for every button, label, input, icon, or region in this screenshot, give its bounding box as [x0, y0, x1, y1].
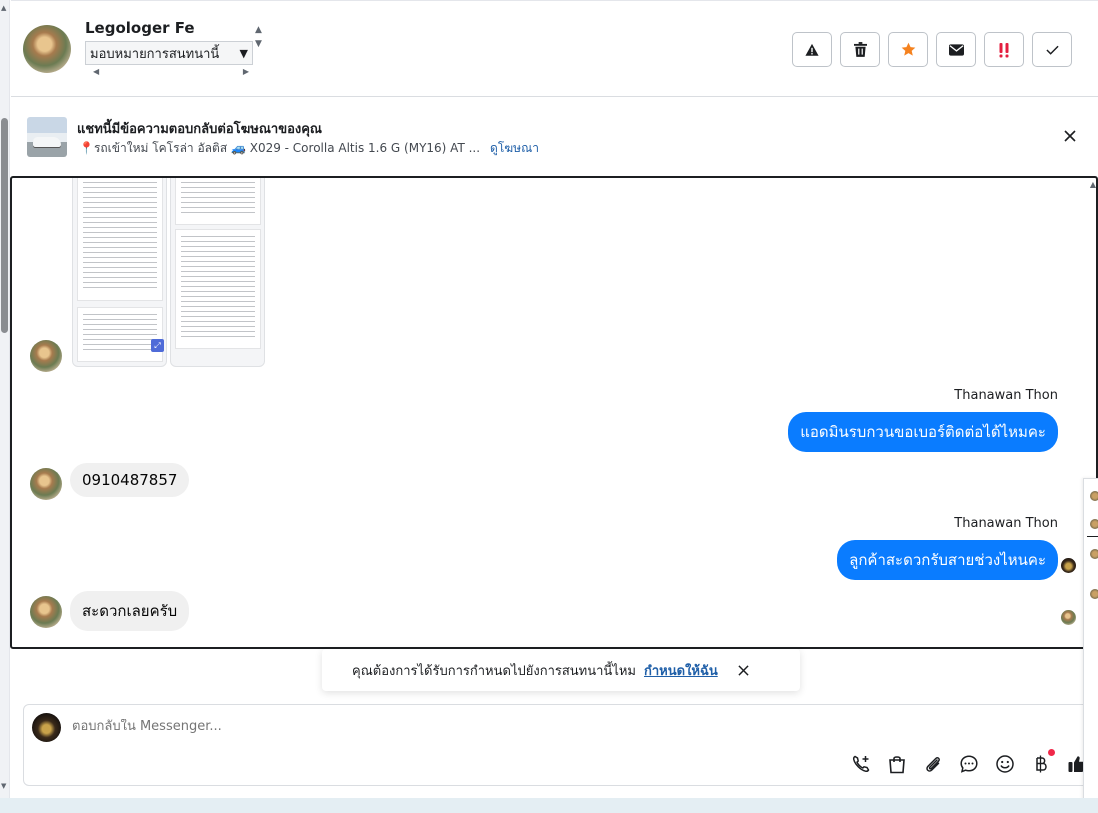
panel-divider	[1087, 536, 1098, 537]
close-icon	[1064, 130, 1076, 142]
assign-notice-text: คุณต้องการได้รับการกำหนดไปยังการสนทนานี้…	[352, 663, 636, 679]
outgoing-message[interactable]: แอดมินรบกวนขอเบอร์ติดต่อได้ไหมคะ	[788, 412, 1058, 452]
check-icon	[1045, 45, 1059, 55]
scroll-right-icon[interactable]: ▶	[243, 67, 249, 76]
sender-avatar[interactable]	[30, 596, 62, 628]
mark-done-button[interactable]	[1032, 32, 1072, 67]
document-page	[77, 178, 163, 301]
payment-button[interactable]	[1029, 749, 1055, 775]
saved-replies-button[interactable]	[957, 752, 980, 775]
panel-avatar[interactable]	[1090, 519, 1098, 529]
sender-name: Thanawan Thon	[954, 388, 1058, 403]
sender-name: Thanawan Thon	[954, 516, 1058, 531]
scroll-down-arrow-icon[interactable]: ▼	[1, 782, 6, 790]
document-page	[175, 229, 261, 349]
select-horizontal-scroll[interactable]: ◀ ▶	[93, 67, 249, 76]
scrollbar-thumb[interactable]	[1, 118, 8, 333]
warning-icon	[805, 43, 819, 56]
incoming-message[interactable]: สะดวกเลยครับ	[70, 591, 190, 631]
composer-toolbar	[849, 749, 1088, 775]
caret-down-icon: ▼	[239, 46, 248, 60]
double-exclamation-icon	[999, 42, 1009, 57]
ad-reply-banner: แชทนี้มีข้อความตอบกลับต่อโฆษณาของคุณ 📍รถ…	[11, 100, 1098, 174]
shopping-bag-icon	[888, 755, 905, 773]
assign-to-me-link[interactable]: กำหนดให้ฉัน	[644, 660, 718, 681]
assign-conversation-select[interactable]: มอบหมายการสนทนานี้ ▼	[85, 41, 253, 65]
message-thread[interactable]: ▲ ⤢ Thanawan Thon แอดมินรบกวนขอเบอร์ติดต…	[10, 176, 1098, 649]
document-attachment-right[interactable]	[170, 178, 265, 367]
incoming-message[interactable]: 0910487857	[70, 463, 190, 497]
contact-avatar[interactable]	[23, 25, 71, 73]
mark-unread-button[interactable]	[936, 32, 976, 67]
close-banner-button[interactable]	[1064, 127, 1076, 146]
header-actions	[792, 32, 1072, 67]
scroll-left-icon[interactable]: ◀	[93, 67, 99, 76]
emoji-button[interactable]	[993, 752, 1016, 775]
spin-down-icon[interactable]: ▼	[255, 37, 262, 51]
close-icon	[738, 664, 749, 676]
ad-thumbnail[interactable]	[27, 117, 67, 157]
scroll-up-arrow-icon[interactable]: ▲	[1, 4, 6, 12]
notification-dot	[1048, 749, 1055, 756]
seen-by-avatar	[1061, 558, 1076, 573]
panel-avatar[interactable]	[1090, 589, 1098, 599]
select-spinner[interactable]: ▲ ▼	[255, 23, 262, 51]
thread-scroll-up-icon[interactable]: ▲	[1090, 180, 1096, 189]
document-attachment-left[interactable]: ⤢	[72, 178, 167, 367]
dismiss-notice-button[interactable]	[738, 664, 749, 676]
report-spam-button[interactable]	[792, 32, 832, 67]
reply-input[interactable]	[72, 719, 872, 734]
ad-banner-subtitle: 📍รถเข้าใหม่ โคโรล่า อัลติส 🚙 X029 - Coro…	[79, 141, 481, 155]
assign-to-me-notice: คุณต้องการได้รับการกำหนดไปยังการสนทนานี้…	[322, 649, 800, 691]
page-avatar	[32, 713, 61, 742]
envelope-icon	[948, 43, 964, 56]
contact-name[interactable]: Legologer Fe	[85, 19, 195, 37]
call-button[interactable]	[849, 752, 872, 775]
shop-button[interactable]	[885, 752, 908, 775]
ad-banner-subtitle-row: 📍รถเข้าใหม่ โคโรล่า อัลติส 🚙 X029 - Coro…	[79, 139, 539, 158]
sender-avatar[interactable]	[30, 340, 62, 372]
bottom-bar	[0, 798, 1098, 813]
side-conversation-panel[interactable]	[1083, 478, 1098, 811]
panel-avatar[interactable]	[1090, 549, 1098, 559]
view-ad-link[interactable]: ดูโฆษณา	[490, 139, 539, 158]
document-page	[77, 307, 163, 362]
pin-icon: 📍	[79, 141, 94, 155]
trash-icon	[853, 42, 867, 57]
follow-up-button[interactable]	[984, 32, 1024, 67]
star-icon	[901, 42, 915, 56]
panel-avatar[interactable]	[1090, 491, 1098, 501]
document-page	[175, 178, 261, 225]
spin-up-icon[interactable]: ▲	[255, 23, 262, 37]
assign-select-value: มอบหมายการสนทนานี้	[90, 46, 220, 62]
page-scrollbar[interactable]: ▲ ▼	[0, 0, 10, 800]
message-composer	[23, 704, 1093, 786]
ad-banner-title: แชทนี้มีข้อความตอบกลับต่อโฆษณาของคุณ	[77, 122, 322, 137]
expand-icon[interactable]: ⤢	[151, 339, 164, 352]
outgoing-message[interactable]: ลูกค้าสะดวกรับสายช่วงไหนคะ	[837, 540, 1058, 580]
conversation-header: Legologer Fe มอบหมายการสนทนานี้ ▼ ▲ ▼ ◀ …	[11, 0, 1098, 97]
seen-by-avatar	[1061, 610, 1076, 625]
delete-button[interactable]	[840, 32, 880, 67]
attach-button[interactable]	[921, 752, 944, 775]
emoji-icon	[995, 754, 1014, 773]
sender-avatar[interactable]	[30, 468, 62, 500]
paperclip-icon	[925, 756, 940, 772]
phone-add-icon	[852, 755, 869, 772]
chat-bubble-icon	[959, 754, 978, 773]
baht-icon	[1035, 755, 1047, 772]
star-button[interactable]	[888, 32, 928, 67]
